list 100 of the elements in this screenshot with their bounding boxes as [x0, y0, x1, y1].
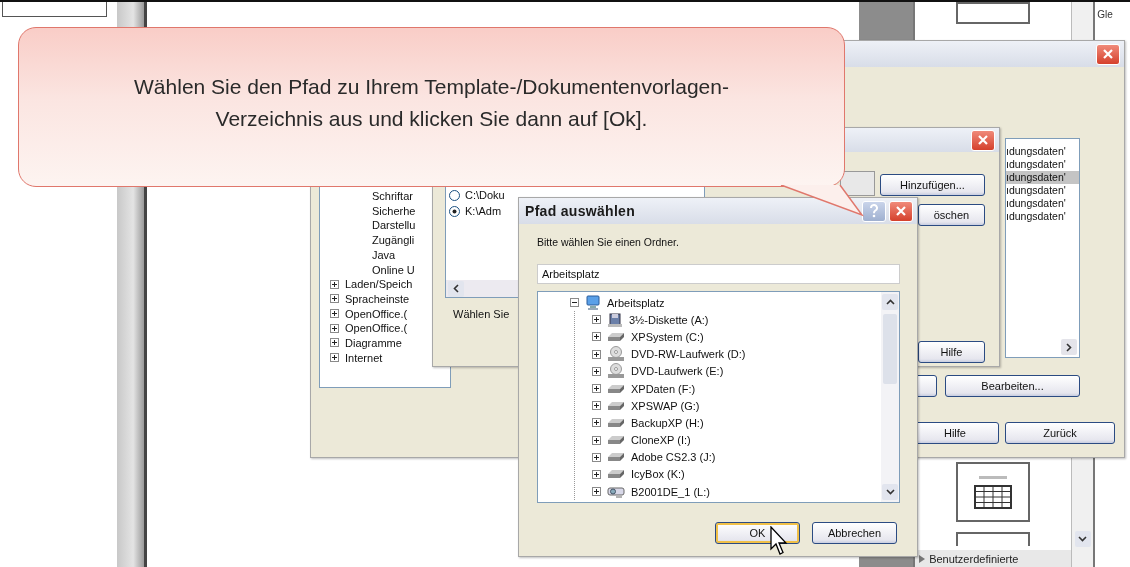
tree-item[interactable]: XPDaten (F:) [631, 382, 696, 395]
path-item[interactable]: K:\Adm [465, 205, 502, 217]
tree-item[interactable]: XPSystem (C:) [631, 330, 704, 343]
edit-button[interactable]: Bearbeiten... [945, 375, 1080, 397]
tree-item[interactable]: OpenOffice.( [345, 307, 408, 320]
chevron-down-icon [1078, 536, 1088, 542]
scroll-down-button[interactable] [1074, 531, 1091, 547]
expand-icon[interactable] [592, 349, 601, 359]
disc-drive-icon [607, 363, 625, 380]
dialog-button[interactable]: Abbrechen [812, 522, 897, 544]
expand-icon[interactable] [330, 294, 339, 304]
tree-item[interactable]: DVD-Laufwerk (E:) [631, 365, 724, 378]
close-button[interactable] [1096, 43, 1120, 65]
tree-item[interactable]: Darstellu [372, 219, 416, 232]
scroll-right-button[interactable] [1061, 339, 1077, 355]
tree-item[interactable]: Spracheinste [345, 292, 410, 305]
hard-drive-icon [607, 400, 625, 411]
network-drive-icon [607, 485, 625, 498]
dialog-button[interactable]: Zurück [1005, 422, 1115, 444]
tree-item[interactable]: Arbeitsplatz [607, 296, 665, 309]
expand-icon[interactable] [592, 384, 601, 394]
chevron-up-icon [885, 299, 895, 305]
list-item[interactable]: ıdungsdaten' [1006, 197, 1079, 210]
expand-icon[interactable] [592, 315, 601, 325]
expand-icon[interactable] [592, 469, 601, 479]
mouse-pointer-icon [770, 526, 790, 556]
expand-icon[interactable] [592, 452, 601, 462]
tree-item[interactable]: BackupXP (H:) [631, 416, 704, 429]
tree-item[interactable]: Zugängli [372, 234, 415, 247]
expand-icon[interactable] [330, 353, 339, 363]
hint-text: Wählen Sie [453, 308, 510, 320]
hard-drive-icon [607, 331, 625, 342]
tree-item[interactable]: Diagramme [345, 336, 402, 349]
tree-item[interactable]: Online U [372, 263, 415, 276]
scroll-down-button[interactable] [882, 484, 898, 500]
callout-text: Wählen Sie den Pfad zu Ihrem Template-/Dokumentenvorlagen- Verzeichnis aus und klicken Sie dann auf [Ok]. [134, 74, 729, 132]
table-thumbnail[interactable] [956, 462, 1031, 522]
computer-icon [585, 294, 601, 311]
expand-icon[interactable] [592, 418, 601, 428]
expand-icon[interactable] [330, 338, 339, 348]
tree-item[interactable]: XPSWAP (G:) [631, 399, 700, 412]
disc-drive-icon [607, 346, 625, 363]
tree-item[interactable]: Internet [345, 351, 383, 364]
expand-icon[interactable] [592, 435, 601, 445]
tree-item[interactable]: Laden/Speich [345, 278, 413, 291]
triangle-icon [919, 554, 926, 563]
prompt-text: Bitte wählen Sie einen Ordner. [537, 236, 680, 248]
expand-icon[interactable] [330, 309, 339, 319]
hard-drive-icon [607, 452, 625, 463]
add-button[interactable]: Hinzufügen... [880, 174, 985, 196]
list-item[interactable]: ıdungsdaten' [1006, 171, 1079, 184]
expand-icon[interactable] [330, 279, 339, 289]
expand-icon[interactable] [592, 487, 601, 497]
close-icon [895, 205, 907, 217]
close-button[interactable] [971, 129, 995, 151]
expand-icon[interactable] [592, 401, 601, 411]
chevron-left-icon [453, 284, 459, 293]
tree-item[interactable]: OpenOffice.( [345, 322, 408, 335]
close-icon [977, 134, 989, 146]
expand-icon[interactable] [330, 323, 339, 333]
tree-item[interactable]: Adobe CS2.3 (J:) [631, 451, 716, 464]
list-item[interactable]: ıdungsdaten' [1006, 184, 1079, 197]
dialog-title: Pfad auswählen [525, 203, 635, 219]
dialog-button[interactable]: OK [715, 522, 800, 544]
tree-item[interactable]: Java [372, 248, 396, 261]
help-button[interactable]: Hilfe [918, 341, 985, 363]
list-item[interactable]: ıdungsdaten' [1006, 210, 1079, 223]
chevron-down-icon [885, 489, 895, 495]
close-button[interactable] [889, 200, 913, 222]
folder-field[interactable]: Arbeitsplatz [537, 264, 900, 284]
list-item[interactable]: ıdungsdaten' [1006, 145, 1079, 158]
scroll-left-button[interactable] [448, 280, 464, 297]
panel-text: Gle [1097, 9, 1113, 20]
section-header[interactable]: Benutzerdefinierte [915, 550, 1072, 567]
tree-item[interactable]: CloneXP (I:) [631, 434, 691, 447]
expand-icon[interactable] [592, 332, 601, 342]
list-item[interactable]: ıdungsdaten' [1006, 158, 1079, 171]
radio-button[interactable] [449, 205, 460, 217]
vertical-scrollbar[interactable] [881, 292, 899, 502]
tree-item[interactable]: Sicherhe [372, 204, 416, 217]
hard-drive-icon [607, 469, 625, 480]
close-icon [1102, 48, 1114, 60]
radio-button[interactable] [449, 189, 460, 201]
tree-item[interactable]: DVD-RW-Laufwerk (D:) [631, 348, 746, 361]
collapse-icon[interactable] [570, 298, 579, 308]
tree-item[interactable]: Schriftar [372, 190, 413, 203]
table-icon [973, 474, 1014, 510]
chevron-right-icon [1066, 342, 1072, 352]
tree-item[interactable]: 3½-Diskette (A:) [629, 313, 709, 326]
expand-icon[interactable] [592, 366, 601, 376]
help-icon [869, 204, 879, 218]
tree-item[interactable]: IcyBox (K:) [631, 468, 685, 481]
tree-item[interactable]: B2001DE_1 (L:) [631, 485, 710, 498]
scroll-up-button[interactable] [882, 294, 898, 310]
hard-drive-icon [607, 417, 625, 428]
hard-drive-icon [607, 383, 625, 394]
thumbnail[interactable] [956, 2, 1031, 24]
thumbnail[interactable] [956, 532, 1031, 546]
delete-button[interactable]: öschen [918, 204, 985, 226]
path-item[interactable]: C:\Doku [465, 189, 505, 201]
